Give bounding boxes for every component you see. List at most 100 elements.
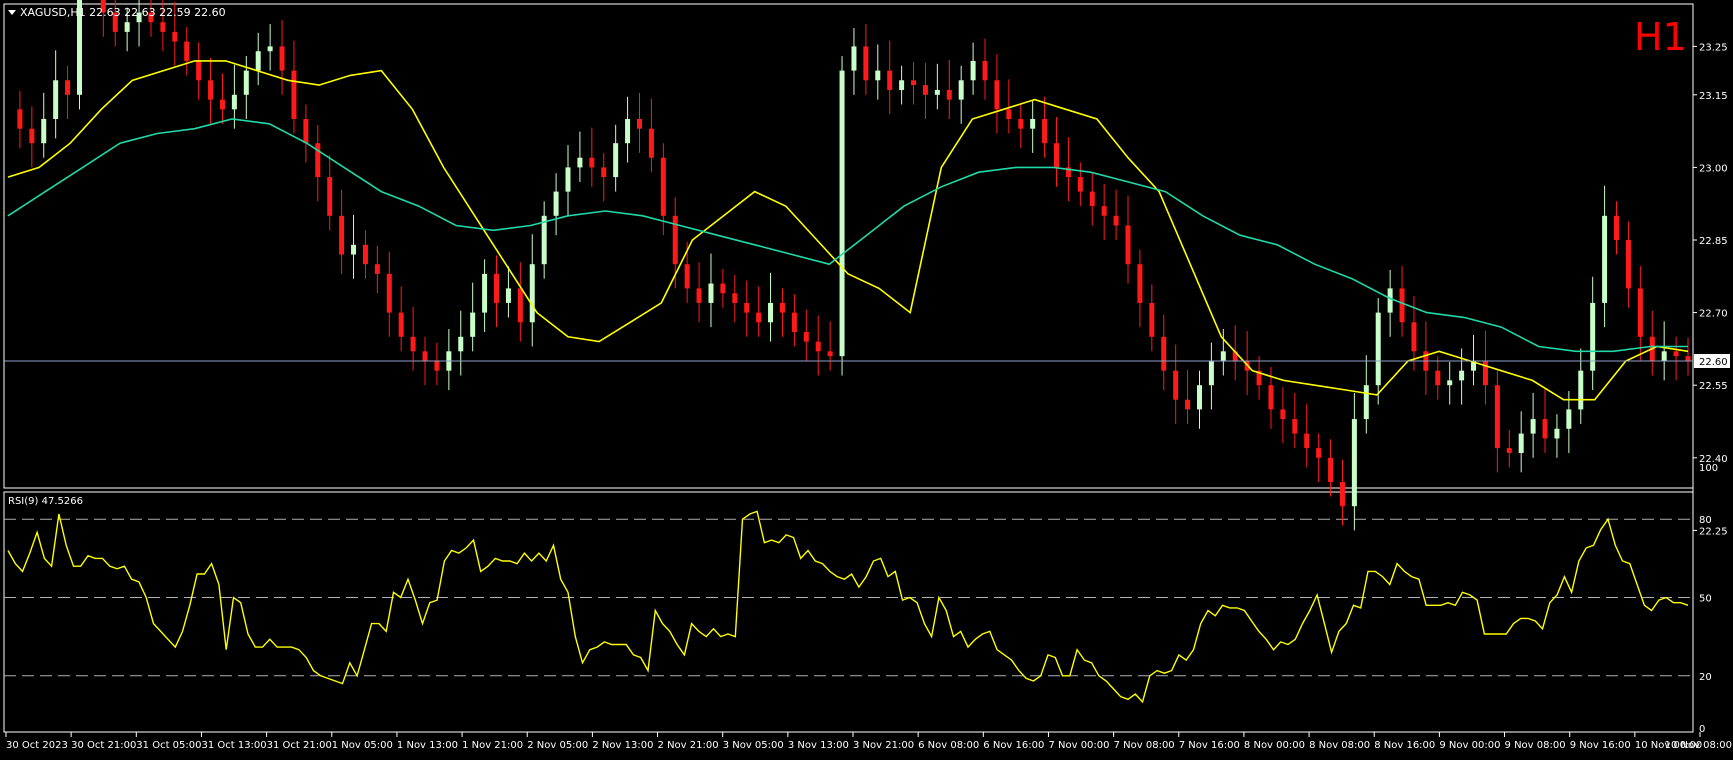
time-tick-label: 7 Nov 08:00 — [1114, 740, 1175, 751]
candle-body — [1614, 215, 1620, 240]
time-tick-label: 7 Nov 00:00 — [1048, 740, 1109, 751]
candle-body — [994, 80, 1000, 110]
candle-body — [1113, 215, 1119, 226]
candle-body — [1506, 448, 1512, 453]
candle-body — [1089, 191, 1095, 207]
candle-body — [779, 302, 785, 313]
symbol-info: XAGUSD,H1 22.63 22.63 22.59 22.60 — [20, 6, 226, 19]
candle-body — [875, 70, 881, 81]
candle-body — [243, 70, 249, 95]
time-tick-label: 31 Oct 05:00 — [136, 740, 201, 751]
time-tick-label: 9 Nov 00:00 — [1439, 740, 1500, 751]
price-tick-label: 22.55 — [1699, 381, 1728, 392]
candle-body — [1661, 351, 1667, 361]
candle-body — [386, 273, 392, 313]
candle-body — [922, 85, 928, 95]
candle-body — [1196, 385, 1202, 410]
candle-body — [1637, 288, 1643, 337]
time-tick-label: 30 Oct 21:00 — [71, 740, 136, 751]
time-tick-label: 1 Nov 21:00 — [462, 740, 523, 751]
chart-window[interactable]: 23.5523.4023.2523.1523.0022.8522.7022.55… — [0, 0, 1733, 756]
candle-body — [660, 157, 666, 216]
candle-body — [1363, 385, 1369, 420]
candle-body — [1161, 336, 1167, 371]
candle-body — [1042, 119, 1048, 144]
candle-body — [339, 215, 345, 255]
candle-body — [1125, 225, 1131, 265]
candle-body — [625, 119, 631, 144]
candle-body — [1292, 419, 1298, 434]
price-tick-label: 23.25 — [1699, 42, 1728, 53]
candle-body — [1173, 370, 1179, 400]
candle-body — [529, 264, 535, 323]
candle-body — [172, 31, 178, 42]
time-tick-label: 10 Nov 08:00 — [1665, 740, 1732, 751]
candle-body — [684, 264, 690, 289]
candle-body — [1054, 143, 1060, 168]
candle-body — [53, 80, 59, 119]
candle-body — [791, 312, 797, 332]
candle-body — [1542, 419, 1548, 439]
time-tick-label: 31 Oct 21:00 — [267, 740, 332, 751]
candle-body — [1459, 370, 1465, 381]
time-tick-label: 9 Nov 16:00 — [1570, 740, 1631, 751]
time-tick-label: 2 Nov 05:00 — [527, 740, 588, 751]
candle-body — [1578, 370, 1584, 410]
candle-body — [208, 80, 214, 100]
candle-body — [1411, 322, 1417, 352]
candle-body — [351, 244, 357, 255]
candle-body — [768, 302, 774, 323]
candle-body — [732, 293, 738, 303]
candle-body — [196, 60, 202, 81]
candle-body — [839, 70, 845, 357]
time-tick-label: 31 Oct 13:00 — [201, 740, 266, 751]
candle-body — [184, 41, 190, 61]
candle-body — [970, 60, 976, 81]
candle-body — [601, 167, 607, 178]
candle-body — [589, 157, 595, 168]
candle-body — [934, 89, 940, 95]
candle-body — [1530, 419, 1536, 434]
candle-body — [494, 273, 500, 303]
candle-body — [756, 312, 762, 323]
candle-body — [362, 244, 368, 265]
timeframe-badge: H1 — [1634, 15, 1687, 59]
candle-body — [1101, 206, 1107, 216]
candle-body — [315, 143, 321, 178]
candle-body — [1018, 119, 1024, 129]
candle-body — [1316, 448, 1322, 458]
candle-body — [482, 273, 488, 313]
candle-body — [267, 46, 273, 52]
candle-body — [708, 283, 714, 303]
candle-body — [1149, 302, 1155, 337]
candle-body — [1375, 312, 1381, 386]
candle-body — [1435, 370, 1441, 386]
candle-body — [1208, 361, 1214, 386]
candle-body — [1554, 428, 1560, 439]
candle-body — [124, 22, 130, 32]
candle-body — [505, 288, 511, 303]
candle-body — [1280, 409, 1286, 420]
candle-body — [1685, 356, 1691, 361]
time-tick-label: 8 Nov 16:00 — [1374, 740, 1435, 751]
candle-body — [1339, 482, 1345, 507]
candle-body — [291, 70, 297, 119]
candle-body — [410, 336, 416, 352]
chart-canvas[interactable]: 23.5523.4023.2523.1523.0022.8522.7022.55… — [0, 0, 1733, 756]
price-tick-label: 23.15 — [1699, 91, 1728, 102]
time-tick-label: 9 Nov 08:00 — [1505, 740, 1566, 751]
candle-body — [1399, 288, 1405, 323]
rsi-tick-label: 100 — [1699, 463, 1718, 474]
time-tick-label: 1 Nov 13:00 — [397, 740, 458, 751]
candle-body — [517, 288, 523, 323]
candle-body — [1304, 433, 1310, 449]
price-tick-label: 23.00 — [1699, 163, 1728, 174]
rsi-tick-label: 80 — [1699, 515, 1712, 526]
candle-body — [1566, 409, 1572, 429]
price-tick-label: 22.70 — [1699, 309, 1728, 320]
candle-body — [1077, 177, 1083, 192]
candle-body — [1351, 419, 1357, 507]
time-tick-label: 3 Nov 13:00 — [788, 740, 849, 751]
candle-body — [1006, 109, 1012, 119]
candle-body — [1625, 240, 1631, 289]
